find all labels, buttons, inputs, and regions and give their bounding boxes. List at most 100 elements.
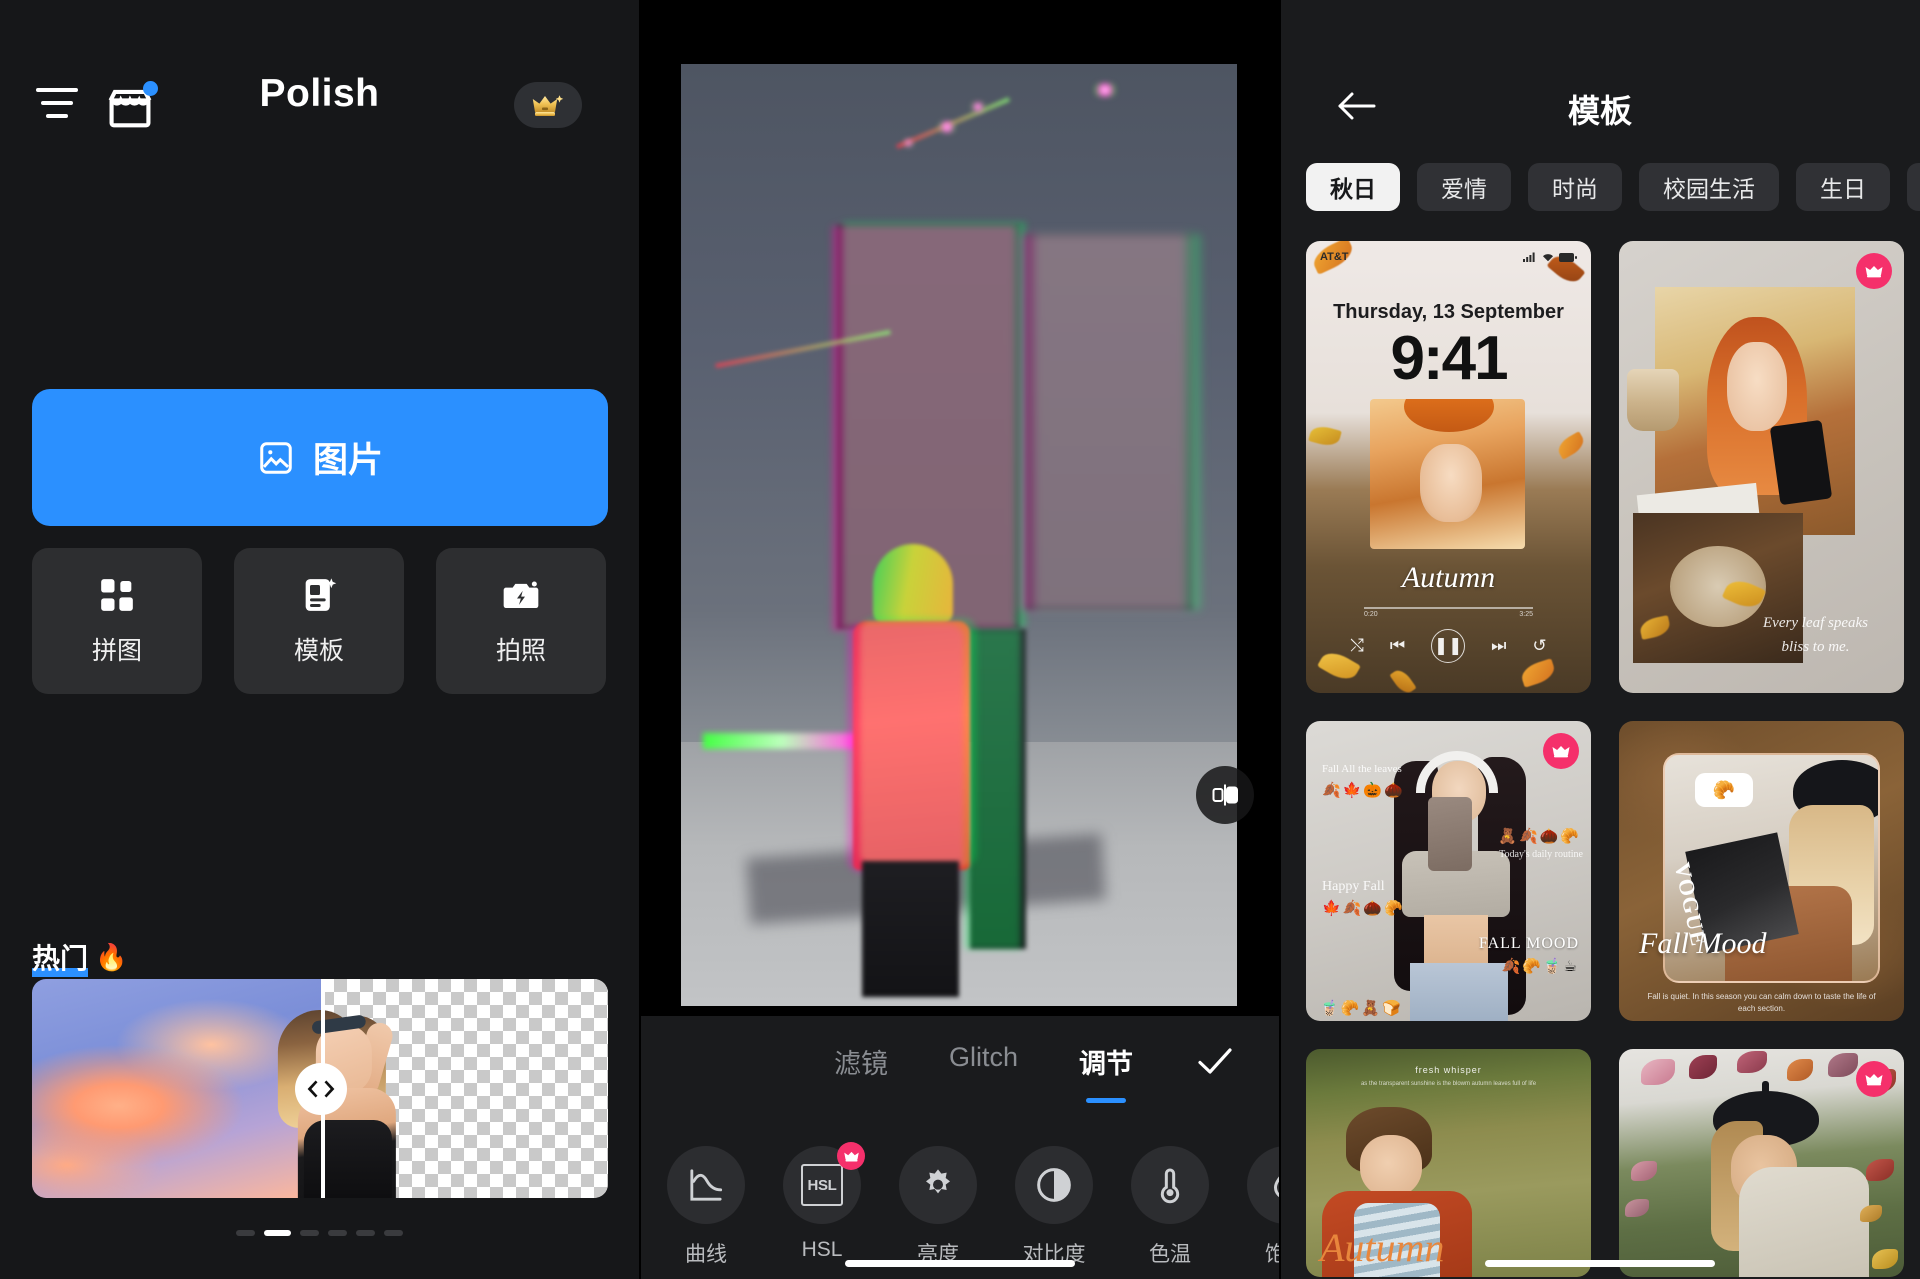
title-text: fresh whisper	[1415, 1065, 1482, 1075]
template-card-autumn-scrapbook[interactable]: Every leaf speaks bliss to me.	[1619, 241, 1904, 693]
hot-banner-compare[interactable]	[32, 979, 608, 1198]
templates-panel: 模板 秋日 爱情 时尚 校园生活 生日 赛场	[1280, 0, 1920, 1279]
status-bar: AT&T	[1306, 251, 1591, 263]
contrast-icon	[1015, 1146, 1093, 1224]
category-chips: 秋日 爱情 时尚 校园生活 生日 赛场	[1306, 163, 1920, 211]
remaining-time: 3:25	[1519, 611, 1533, 618]
progress-times: 0:20 3:25	[1364, 611, 1533, 618]
tool-temperature-label: 色温	[1149, 1243, 1191, 1266]
template-magic-icon	[305, 578, 337, 611]
pick-image-button[interactable]: 图片	[32, 389, 608, 526]
script-caption: Fall Mood	[1639, 927, 1767, 960]
template-card-beret-floral[interactable]	[1619, 1049, 1904, 1277]
pager-dot[interactable]	[236, 1230, 255, 1236]
fire-icon: 🔥	[95, 941, 128, 972]
chip-fashion[interactable]: 时尚	[1528, 163, 1622, 211]
script-caption: Autumn	[1320, 1225, 1445, 1270]
quick-actions-row: 拼图 模板 拍照	[32, 548, 606, 694]
caption-text: Fall is quiet. In this season you can ca…	[1647, 992, 1876, 1013]
sticker-emoji-4: 🍂🥐🧋☕	[1501, 958, 1579, 975]
photo-slot	[1388, 739, 1528, 1021]
chip-autumn[interactable]: 秋日	[1306, 163, 1400, 211]
home-indicator	[844, 1260, 1075, 1267]
camera-flash-icon	[503, 581, 539, 608]
sticker-text-1: Fall All the leaves	[1322, 763, 1402, 775]
template-card-autumn-boy[interactable]: fresh whisper as the transparent sunshin…	[1306, 1049, 1591, 1277]
templates-title: 模板	[1567, 93, 1632, 129]
pro-crown-badge	[1856, 1061, 1892, 1097]
tool-curve[interactable]: 曲线	[667, 1146, 745, 1268]
speech-bubble: 🥐	[1694, 773, 1753, 808]
tool-temperature[interactable]: 色温	[1131, 1146, 1209, 1268]
vip-crown-button[interactable]	[514, 82, 582, 128]
player-controls: ⤭ ⏮ ❚❚ ⏭ ↺	[1306, 629, 1591, 663]
subtitle-text: as the transparent sunshine is the blowm…	[1360, 1081, 1537, 1087]
tool-saturation-label: 饱和	[1265, 1243, 1280, 1266]
repeat-icon: ↺	[1532, 636, 1547, 655]
template-button[interactable]: 模板	[234, 548, 404, 694]
tool-saturation[interactable]: 饱和	[1247, 1146, 1280, 1268]
panel-divider-1	[639, 0, 641, 1279]
pager-dot[interactable]	[384, 1230, 403, 1236]
pro-crown-badge	[837, 1142, 865, 1170]
sticker-emoji-3: 🍁🍂🌰🥐	[1322, 900, 1405, 917]
camera-button[interactable]: 拍照	[436, 548, 606, 694]
chip-love[interactable]: 爱情	[1417, 163, 1511, 211]
pager-dot[interactable]	[300, 1230, 319, 1236]
hot-section-header: 热门 🔥	[32, 937, 127, 977]
template-label: 模板	[293, 637, 344, 665]
hsl-icon: HSL	[783, 1142, 865, 1224]
shuffle-icon: ⤭	[1350, 636, 1364, 655]
editor-panel: 滤镜 Glitch 调节 曲线 HSL HSL 亮度 对比度 色温 饱	[639, 0, 1280, 1279]
active-tab-underline	[1086, 1098, 1126, 1103]
compare-toggle-button[interactable]	[1196, 766, 1254, 824]
tool-hsl[interactable]: HSL HSL	[783, 1142, 865, 1268]
elapsed-time: 0:20	[1364, 611, 1378, 618]
template-card-fall-mirror-selfie[interactable]: Fall All the leaves 🍂🍁🎃🌰 Today's daily r…	[1306, 721, 1591, 1021]
home-indicator	[1485, 1260, 1715, 1267]
chip-birthday[interactable]: 生日	[1796, 163, 1890, 211]
chip-sports[interactable]: 赛场	[1907, 163, 1920, 211]
progress-bar	[1364, 607, 1533, 609]
tab-glitch[interactable]: Glitch	[949, 1042, 1018, 1073]
tab-filters[interactable]: 滤镜	[834, 1042, 888, 1081]
bubble-emoji: 🥐	[1712, 779, 1736, 800]
pager-dot[interactable]	[356, 1230, 375, 1236]
album-art	[1370, 399, 1525, 549]
tool-contrast[interactable]: 对比度	[1015, 1146, 1093, 1268]
confirm-button[interactable]	[1194, 1044, 1236, 1083]
tool-hsl-label: HSL	[801, 1238, 843, 1261]
pager-dot[interactable]	[328, 1230, 347, 1236]
collage-button[interactable]: 拼图	[32, 548, 202, 694]
sticker-text-2: Today's daily routine	[1499, 849, 1583, 860]
hot-section-title: 热门	[32, 937, 89, 977]
pro-crown-badge	[1543, 733, 1579, 769]
pro-crown-badge	[1856, 253, 1892, 289]
camera-label: 拍照	[495, 637, 546, 665]
song-title: Autumn	[1401, 561, 1496, 594]
image-icon	[260, 441, 292, 474]
tool-brightness[interactable]: 亮度	[899, 1146, 977, 1268]
pick-image-label: 图片	[312, 441, 383, 480]
next-icon: ⏭	[1491, 636, 1507, 655]
home-topbar: Polish	[0, 0, 639, 210]
editor-bottom-bar: 滤镜 Glitch 调节 曲线 HSL HSL 亮度 对比度 色温 饱	[639, 1016, 1280, 1279]
template-card-fall-mood-vogue[interactable]: VOGUE 🥐 Fall Mood Fall is quiet. In this…	[1619, 721, 1904, 1021]
saturation-icon	[1247, 1146, 1280, 1224]
carrier-label: AT&T	[1320, 251, 1349, 263]
banner-pager[interactable]	[0, 1230, 639, 1236]
pager-dot-active[interactable]	[264, 1230, 291, 1236]
chip-campus[interactable]: 校园生活	[1639, 163, 1779, 211]
collage-label: 拼图	[91, 637, 142, 665]
split-compare-icon	[1212, 784, 1238, 806]
adjust-tools-row: 曲线 HSL HSL 亮度 对比度 色温 饱	[667, 1142, 1280, 1268]
compare-slider-handle[interactable]	[295, 1062, 348, 1115]
sticker-emoji-1: 🍂🍁🎃🌰	[1322, 782, 1405, 799]
curve-icon	[667, 1146, 745, 1224]
brightness-icon	[899, 1146, 977, 1224]
tab-adjust[interactable]: 调节	[1079, 1042, 1133, 1103]
template-grid: AT&T Thursday, 13 September 9:41 Autumn	[1306, 241, 1920, 1277]
edited-photo[interactable]	[681, 64, 1237, 1006]
home-panel: Polish 图片 拼图 模板 拍照 热门 🔥	[0, 0, 639, 1279]
template-card-autumn-lockscreen[interactable]: AT&T Thursday, 13 September 9:41 Autumn	[1306, 241, 1591, 693]
